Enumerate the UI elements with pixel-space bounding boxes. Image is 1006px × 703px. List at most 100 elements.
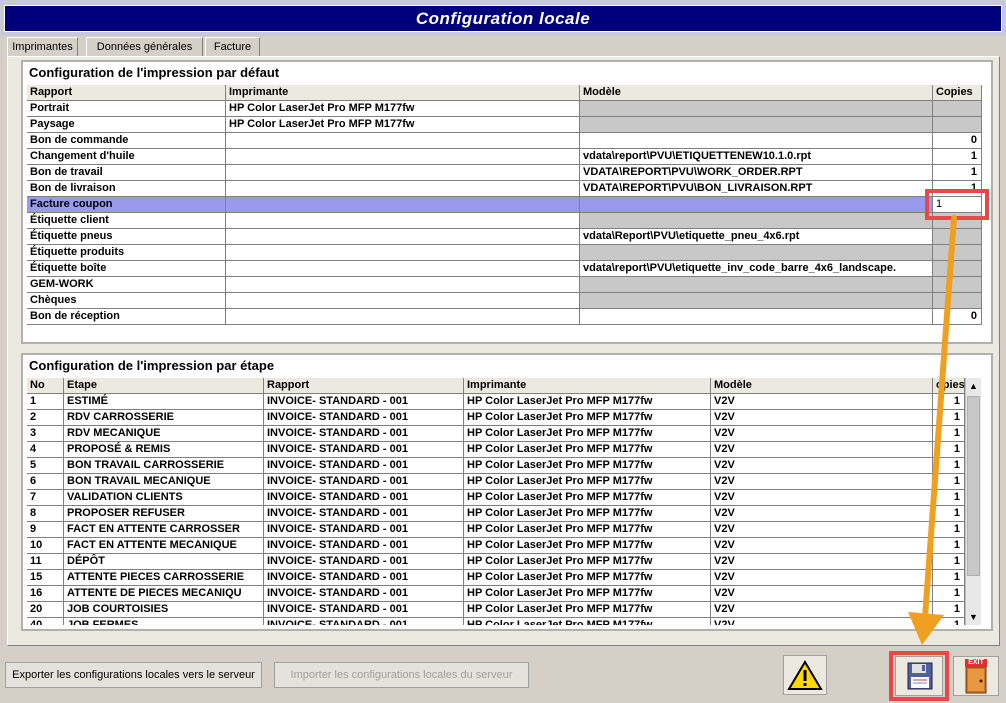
- default-cell-modele[interactable]: [580, 197, 933, 213]
- default-cell-modele[interactable]: [580, 101, 933, 117]
- step-cell-no[interactable]: 20: [27, 602, 64, 618]
- step-cell-imprimante[interactable]: HP Color LaserJet Pro MFP M177fw: [464, 506, 711, 522]
- step-cell-copies[interactable]: 1: [933, 490, 965, 506]
- step-cell-etape[interactable]: JOB COURTOISIES: [64, 602, 264, 618]
- default-cell-copies[interactable]: [933, 261, 982, 277]
- default-cell-rapport[interactable]: Facture coupon: [27, 197, 226, 213]
- step-cell-modele[interactable]: V2V: [711, 410, 933, 426]
- step-cell-imprimante[interactable]: HP Color LaserJet Pro MFP M177fw: [464, 394, 711, 410]
- step-cell-imprimante[interactable]: HP Color LaserJet Pro MFP M177fw: [464, 474, 711, 490]
- step-cell-modele[interactable]: V2V: [711, 554, 933, 570]
- default-cell-copies[interactable]: 1: [933, 197, 982, 213]
- default-cell-modele[interactable]: vdata\report\PVU\ETIQUETTENEW10.1.0.rpt: [580, 149, 933, 165]
- step-cell-modele[interactable]: V2V: [711, 442, 933, 458]
- step-table-row[interactable]: 7 VALIDATION CLIENTS INVOICE- STANDARD - 0…: [27, 490, 965, 506]
- step-cell-rapport[interactable]: INVOICE- STANDARD - 001: [264, 522, 464, 538]
- step-table-row[interactable]: 10 FACT EN ATTENTE MECANIQUE INVOICE- STAN…: [27, 538, 965, 554]
- default-cell-modele[interactable]: [580, 245, 933, 261]
- save-button[interactable]: [895, 656, 943, 696]
- step-cell-modele[interactable]: V2V: [711, 474, 933, 490]
- step-cell-imprimante[interactable]: HP Color LaserJet Pro MFP M177fw: [464, 426, 711, 442]
- step-cell-rapport[interactable]: INVOICE- STANDARD - 001: [264, 506, 464, 522]
- step-cell-modele[interactable]: V2V: [711, 586, 933, 602]
- step-table-row[interactable]: 11 DÉPÔT INVOICE- STANDARD - 001 HP Color L…: [27, 554, 965, 570]
- default-cell-copies[interactable]: 1: [933, 149, 982, 165]
- step-cell-no[interactable]: 16: [27, 586, 64, 602]
- step-cell-etape[interactable]: ATTENTE DE PIECES MECANIQU: [64, 586, 264, 602]
- step-cell-copies[interactable]: 1: [933, 538, 965, 554]
- step-cell-no[interactable]: 40: [27, 618, 64, 625]
- step-cell-copies[interactable]: 1: [933, 618, 965, 625]
- default-cell-rapport[interactable]: Bon de commande: [27, 133, 226, 149]
- default-cell-modele[interactable]: vdata\Report\PVU\etiquette_pneu_4x6.rpt: [580, 229, 933, 245]
- step-grid-scrollbar[interactable]: ▲ ▼: [965, 378, 981, 625]
- default-cell-imprimante[interactable]: HP Color LaserJet Pro MFP M177fw: [226, 101, 580, 117]
- step-cell-etape[interactable]: ESTIMÉ: [64, 394, 264, 410]
- default-cell-copies[interactable]: [933, 293, 982, 309]
- default-cell-copies[interactable]: [933, 245, 982, 261]
- step-cell-imprimante[interactable]: HP Color LaserJet Pro MFP M177fw: [464, 554, 711, 570]
- step-cell-rapport[interactable]: INVOICE- STANDARD - 001: [264, 570, 464, 586]
- step-cell-no[interactable]: 5: [27, 458, 64, 474]
- tab-imprimantes[interactable]: Imprimantes: [7, 37, 78, 57]
- step-cell-etape[interactable]: FACT EN ATTENTE MECANIQUE: [64, 538, 264, 554]
- default-cell-modele[interactable]: VDATA\REPORT\PVU\BON_LIVRAISON.RPT: [580, 181, 933, 197]
- default-cell-rapport[interactable]: Changement d'huile: [27, 149, 226, 165]
- step-cell-imprimante[interactable]: HP Color LaserJet Pro MFP M177fw: [464, 490, 711, 506]
- default-cell-rapport[interactable]: Chèques: [27, 293, 226, 309]
- step-cell-imprimante[interactable]: HP Color LaserJet Pro MFP M177fw: [464, 410, 711, 426]
- default-cell-imprimante[interactable]: [226, 293, 580, 309]
- default-table-row[interactable]: Portrait HP Color LaserJet Pro MFP M177fw: [27, 101, 982, 117]
- default-table-row[interactable]: Bon de réception 0: [27, 309, 982, 325]
- step-cell-rapport[interactable]: INVOICE- STANDARD - 001: [264, 442, 464, 458]
- default-cell-imprimante[interactable]: [226, 197, 580, 213]
- step-cell-copies[interactable]: 1: [933, 410, 965, 426]
- default-cell-rapport[interactable]: Étiquette boîte: [27, 261, 226, 277]
- step-cell-imprimante[interactable]: HP Color LaserJet Pro MFP M177fw: [464, 618, 711, 625]
- default-cell-modele[interactable]: [580, 133, 933, 149]
- default-cell-modele[interactable]: vdata\report\PVU\etiquette_inv_code_barr…: [580, 261, 933, 277]
- step-cell-no[interactable]: 9: [27, 522, 64, 538]
- default-cell-rapport[interactable]: Étiquette pneus: [27, 229, 226, 245]
- step-cell-no[interactable]: 1: [27, 394, 64, 410]
- step-table-row[interactable]: 5 BON TRAVAIL CARROSSERIE INVOICE- STANDAR…: [27, 458, 965, 474]
- step-table-row[interactable]: 3 RDV MECANIQUE INVOICE- STANDARD - 001 HP …: [27, 426, 965, 442]
- default-table-row[interactable]: Chèques: [27, 293, 982, 309]
- step-table-row[interactable]: 2 RDV CARROSSERIE INVOICE- STANDARD - 001 H…: [27, 410, 965, 426]
- step-table-row[interactable]: 9 FACT EN ATTENTE CARROSSER INVOICE- STAND…: [27, 522, 965, 538]
- scroll-up-icon[interactable]: ▲: [966, 379, 981, 393]
- step-cell-etape[interactable]: BON TRAVAIL CARROSSERIE: [64, 458, 264, 474]
- default-cell-rapport[interactable]: Paysage: [27, 117, 226, 133]
- default-cell-rapport[interactable]: Portrait: [27, 101, 226, 117]
- step-cell-no[interactable]: 7: [27, 490, 64, 506]
- default-cell-imprimante[interactable]: [226, 165, 580, 181]
- step-cell-modele[interactable]: V2V: [711, 490, 933, 506]
- default-cell-imprimante[interactable]: HP Color LaserJet Pro MFP M177fw: [226, 117, 580, 133]
- step-cell-copies[interactable]: 1: [933, 522, 965, 538]
- step-cell-etape[interactable]: PROPOSER REFUSER: [64, 506, 264, 522]
- step-cell-etape[interactable]: ATTENTE PIECES CARROSSERIE: [64, 570, 264, 586]
- step-cell-copies[interactable]: 1: [933, 458, 965, 474]
- default-cell-rapport[interactable]: Bon de travail: [27, 165, 226, 181]
- step-cell-no[interactable]: 11: [27, 554, 64, 570]
- default-cell-copies[interactable]: [933, 213, 982, 229]
- step-cell-modele[interactable]: V2V: [711, 602, 933, 618]
- default-cell-rapport[interactable]: Étiquette client: [27, 213, 226, 229]
- default-cell-imprimante[interactable]: [226, 149, 580, 165]
- step-cell-no[interactable]: 3: [27, 426, 64, 442]
- step-cell-no[interactable]: 15: [27, 570, 64, 586]
- step-cell-modele[interactable]: V2V: [711, 458, 933, 474]
- default-cell-imprimante[interactable]: [226, 261, 580, 277]
- step-cell-etape[interactable]: RDV CARROSSERIE: [64, 410, 264, 426]
- step-cell-imprimante[interactable]: HP Color LaserJet Pro MFP M177fw: [464, 522, 711, 538]
- default-cell-imprimante[interactable]: [226, 133, 580, 149]
- step-cell-modele[interactable]: V2V: [711, 522, 933, 538]
- step-cell-etape[interactable]: VALIDATION CLIENTS: [64, 490, 264, 506]
- default-cell-modele[interactable]: [580, 213, 933, 229]
- step-cell-copies[interactable]: 1: [933, 506, 965, 522]
- step-table-row[interactable]: 4 PROPOSÉ & REMIS INVOICE- STANDARD - 001 H…: [27, 442, 965, 458]
- default-table-row[interactable]: Étiquette boîte vdata\report\PVU\etiquett…: [27, 261, 982, 277]
- default-cell-copies[interactable]: [933, 277, 982, 293]
- default-cell-copies[interactable]: [933, 117, 982, 133]
- default-cell-imprimante[interactable]: [226, 229, 580, 245]
